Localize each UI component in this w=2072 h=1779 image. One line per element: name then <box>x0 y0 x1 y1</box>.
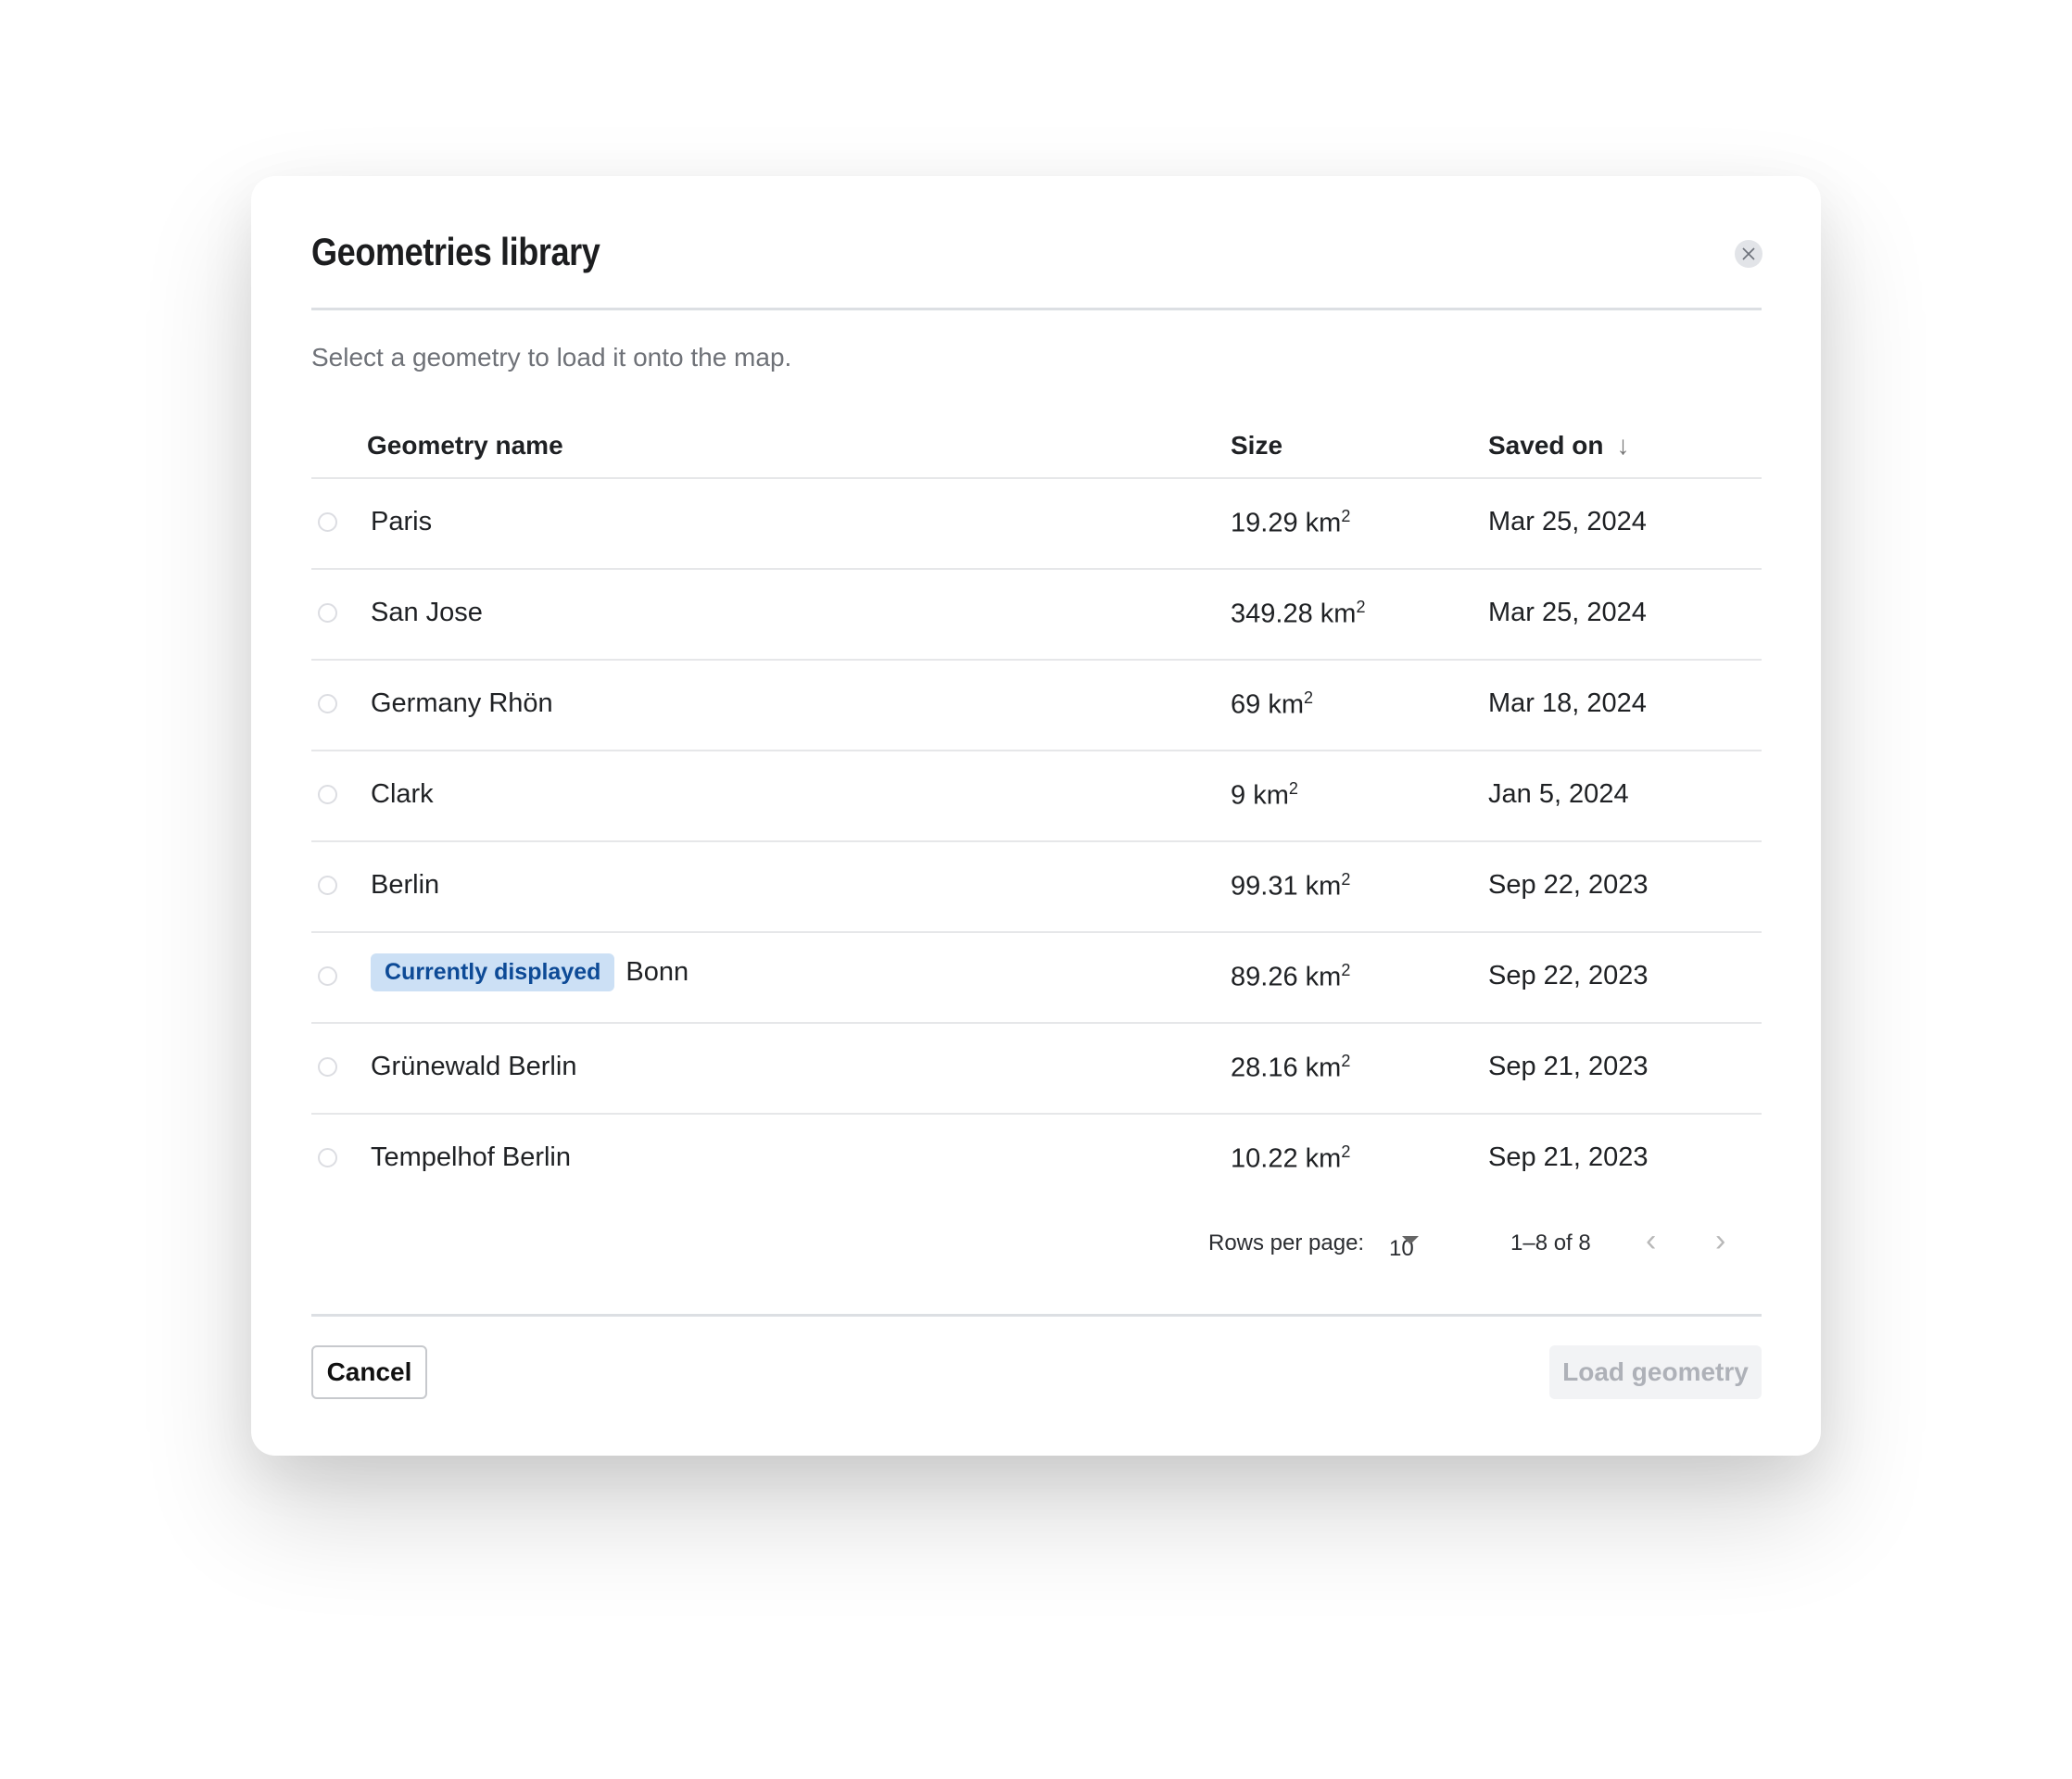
saved-on-cell: Mar 18, 2024 <box>1488 688 1647 718</box>
table-row[interactable]: Paris 19.29 km2 Mar 25, 2024 <box>311 479 1762 570</box>
row-radio[interactable] <box>318 694 337 713</box>
size-cell: 10.22 km2 <box>1231 1142 1350 1175</box>
row-radio[interactable] <box>318 512 337 532</box>
size-unit-power: 2 <box>1341 1142 1351 1161</box>
row-radio[interactable] <box>318 785 337 804</box>
size-value: 10.22 <box>1231 1143 1298 1174</box>
previous-page-button[interactable]: ‹ <box>1646 1223 1656 1259</box>
footer-divider <box>311 1314 1762 1317</box>
row-radio[interactable] <box>318 1148 337 1167</box>
name-cell: Berlin <box>371 870 439 901</box>
close-icon <box>1742 247 1755 260</box>
size-value: 69 <box>1231 689 1261 720</box>
close-button[interactable] <box>1735 240 1762 268</box>
geometry-name: Germany Rhön <box>371 688 553 718</box>
rows-per-page-label: Rows per page: <box>1208 1230 1365 1255</box>
size-unit: km <box>1305 1143 1342 1174</box>
size-unit-power: 2 <box>1288 779 1298 798</box>
row-radio[interactable] <box>318 876 337 895</box>
column-header-size[interactable]: Size <box>1231 431 1282 461</box>
table-body: Paris 19.29 km2 Mar 25, 2024 San Jose 349.28… <box>311 479 1762 1204</box>
size-unit: km <box>1320 599 1357 629</box>
name-cell: Paris <box>371 507 432 537</box>
saved-on-cell: Jan 5, 2024 <box>1488 779 1629 809</box>
next-page-button[interactable]: › <box>1715 1223 1725 1259</box>
geometry-name: Clark <box>371 779 434 809</box>
size-unit-power: 2 <box>1341 507 1351 525</box>
caret-down-icon <box>1402 1236 1419 1244</box>
table-row[interactable]: Tempelhof Berlin 10.22 km2 Sep 21, 2023 <box>311 1115 1762 1204</box>
geometry-name: Berlin <box>371 870 440 900</box>
geometry-name: Paris <box>371 507 433 536</box>
size-unit: km <box>1305 508 1342 538</box>
table-row[interactable]: Currently displayed Bonn 89.26 km2 Sep 22, … <box>311 933 1762 1024</box>
row-radio[interactable] <box>318 1057 337 1077</box>
table-row[interactable]: Germany Rhön 69 km2 Mar 18, 2024 <box>311 661 1762 751</box>
saved-on-cell: Sep 21, 2023 <box>1488 1052 1649 1081</box>
size-unit-power: 2 <box>1304 688 1314 707</box>
load-geometry-button[interactable]: Load geometry <box>1549 1345 1762 1399</box>
size-cell: 28.16 km2 <box>1231 1052 1350 1084</box>
size-value: 89.26 <box>1231 962 1298 992</box>
size-value: 28.16 <box>1231 1053 1298 1083</box>
column-header-name[interactable]: Geometry name <box>367 431 563 461</box>
name-cell: Currently displayed Bonn <box>371 953 689 991</box>
header-divider <box>311 308 1762 310</box>
geometry-name: Tempelhof Berlin <box>371 1142 571 1172</box>
geometries-table: Geometry name Size Saved on ↓ Paris 19.29 … <box>311 412 1762 1204</box>
geometry-name: San Jose <box>371 598 483 627</box>
pagination-range: 1–8 of 8 <box>1510 1230 1591 1255</box>
dialog-title: Geometries library <box>311 230 600 273</box>
table-row[interactable]: San Jose 349.28 km2 Mar 25, 2024 <box>311 570 1762 661</box>
size-unit: km <box>1305 962 1342 992</box>
dialog-subtitle: Select a geometry to load it onto the ma… <box>311 343 792 372</box>
row-radio[interactable] <box>318 966 337 986</box>
size-value: 19.29 <box>1231 508 1298 538</box>
size-value: 349.28 <box>1231 599 1313 629</box>
saved-on-cell: Sep 21, 2023 <box>1488 1142 1649 1172</box>
size-value: 99.31 <box>1231 871 1298 902</box>
column-header-saved-on-label: Saved on <box>1488 431 1604 460</box>
size-cell: 69 km2 <box>1231 688 1313 721</box>
size-unit-power: 2 <box>1341 1052 1351 1070</box>
size-unit: km <box>1253 780 1289 811</box>
name-cell: Germany Rhön <box>371 688 553 719</box>
name-cell: Clark <box>371 779 434 810</box>
size-cell: 349.28 km2 <box>1231 598 1365 630</box>
saved-on-cell: Mar 25, 2024 <box>1488 507 1647 536</box>
name-cell: San Jose <box>371 598 483 628</box>
size-unit-power: 2 <box>1341 961 1351 979</box>
size-unit-power: 2 <box>1356 598 1366 616</box>
currently-displayed-badge: Currently displayed <box>371 953 615 991</box>
column-header-saved-on[interactable]: Saved on ↓ <box>1488 431 1629 461</box>
size-unit: km <box>1268 689 1304 720</box>
size-unit-power: 2 <box>1341 870 1351 889</box>
size-cell: 99.31 km2 <box>1231 870 1350 902</box>
size-cell: 89.26 km2 <box>1231 961 1350 993</box>
geometry-name: Grünewald Berlin <box>371 1052 577 1081</box>
size-cell: 9 km2 <box>1231 779 1298 812</box>
size-unit: km <box>1305 871 1342 902</box>
arrow-down-icon: ↓ <box>1616 431 1630 460</box>
name-cell: Grünewald Berlin <box>371 1052 576 1082</box>
geometries-library-dialog: Geometries library Select a geometry to … <box>251 176 1821 1456</box>
size-unit: km <box>1305 1053 1342 1083</box>
saved-on-cell: Sep 22, 2023 <box>1488 961 1649 990</box>
table-header: Geometry name Size Saved on ↓ <box>311 412 1762 479</box>
size-cell: 19.29 km2 <box>1231 507 1350 539</box>
row-radio[interactable] <box>318 603 337 623</box>
table-row[interactable]: Clark 9 km2 Jan 5, 2024 <box>311 751 1762 842</box>
pagination: Rows per page: 10 1–8 of 8 ‹ › <box>251 1223 1821 1262</box>
geometry-name: Bonn <box>625 957 689 987</box>
cancel-button[interactable]: Cancel <box>311 1345 427 1399</box>
table-row[interactable]: Grünewald Berlin 28.16 km2 Sep 21, 2023 <box>311 1024 1762 1115</box>
saved-on-cell: Mar 25, 2024 <box>1488 598 1647 627</box>
name-cell: Tempelhof Berlin <box>371 1142 571 1173</box>
saved-on-cell: Sep 22, 2023 <box>1488 870 1649 900</box>
table-row[interactable]: Berlin 99.31 km2 Sep 22, 2023 <box>311 842 1762 933</box>
size-value: 9 <box>1231 780 1246 811</box>
